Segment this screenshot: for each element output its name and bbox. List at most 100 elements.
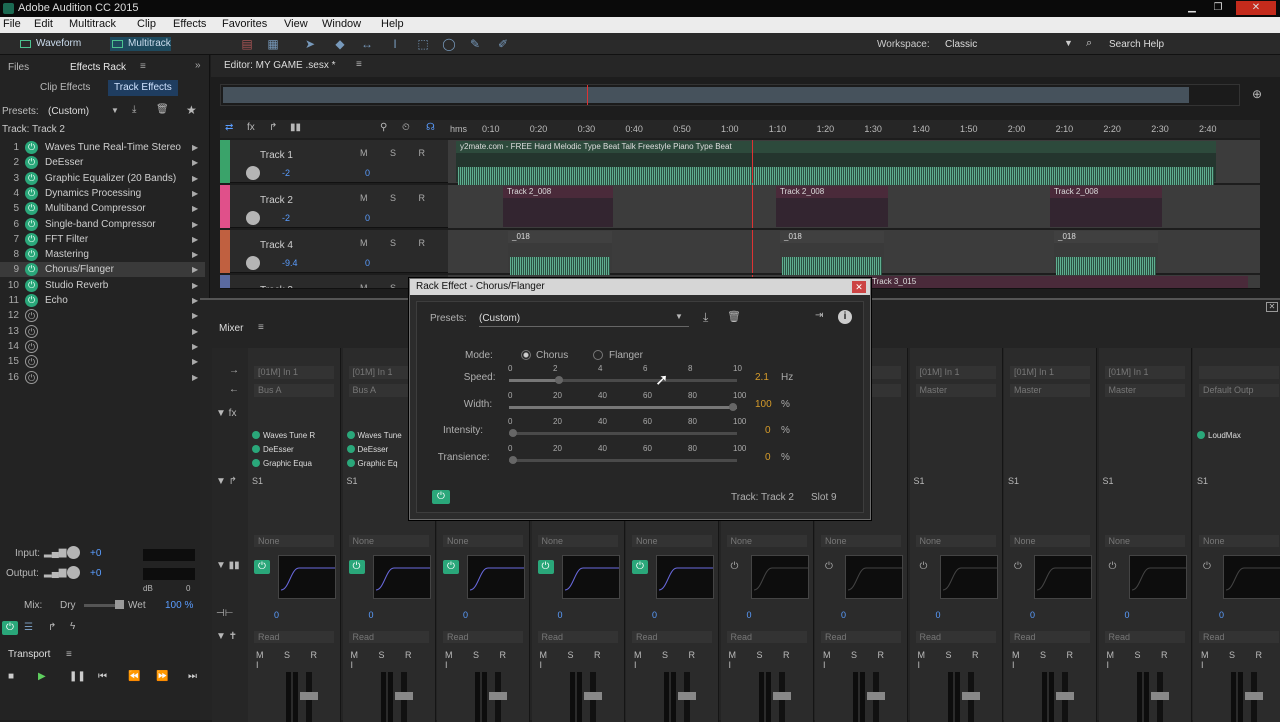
slot-arrow-icon[interactable]: ▶ — [192, 186, 198, 201]
automation-mode-select[interactable]: Read — [632, 631, 712, 643]
param-value[interactable]: 0 — [765, 425, 771, 436]
track-msri-buttons[interactable]: M S R I — [360, 238, 460, 248]
track-lane[interactable]: y2mate.com - FREE Hard Melodic Type Beat… — [448, 140, 1260, 189]
channel-eq-graph[interactable] — [561, 555, 620, 599]
track-pan-value[interactable]: 0 — [365, 213, 370, 223]
zoom-icon[interactable]: ⊕ — [1252, 87, 1262, 101]
channel-output-select[interactable]: Master — [915, 384, 996, 397]
dialog-presets-dropdown-icon[interactable]: ▼ — [675, 312, 683, 321]
track-name[interactable]: Track 4 — [260, 240, 293, 251]
track-name[interactable]: Track 1 — [260, 150, 293, 161]
fx-row-icon[interactable]: ▼ fx — [216, 408, 236, 419]
slot-arrow-icon[interactable]: ▶ — [192, 232, 198, 247]
rack-slot-name[interactable]: Dynamics Processing — [45, 186, 141, 201]
editor-title[interactable]: Editor: MY GAME .sesx * — [224, 60, 336, 71]
channel-pan-value[interactable]: 0 — [747, 610, 752, 620]
slip-tool-icon[interactable]: ↔ — [360, 37, 374, 51]
automation-row-icon[interactable]: ▼ ✝ — [216, 631, 237, 642]
rack-slot-name[interactable]: Single-band Compressor — [45, 217, 156, 232]
channel-fx-slot[interactable]: Waves Tune R — [252, 430, 336, 442]
slot-arrow-icon[interactable]: ▶ — [192, 140, 198, 155]
channel-output-select[interactable]: Master — [1104, 384, 1185, 397]
move-tool-icon[interactable]: ➤ — [303, 37, 317, 51]
channel-fader[interactable] — [961, 672, 980, 722]
fader-handle[interactable] — [961, 692, 980, 700]
rack-slot[interactable]: 12 ⏻ ▶ — [0, 308, 205, 323]
tab-clip-effects[interactable]: Clip Effects — [34, 80, 96, 96]
power-icon[interactable]: ⏻ — [25, 309, 38, 323]
send-destination-select[interactable]: None — [537, 535, 618, 547]
presets-dropdown-icon[interactable]: ▼ — [111, 106, 119, 115]
menu-help[interactable]: Help — [381, 18, 404, 30]
track-msri-buttons[interactable]: M S R I — [360, 148, 460, 158]
workspace-dropdown-icon[interactable]: ▼ — [1064, 38, 1073, 48]
inputs-outputs-icon[interactable]: ⇄ — [225, 122, 233, 133]
rack-slot-name[interactable]: FFT Filter — [45, 232, 88, 247]
send-destination-select[interactable]: None — [915, 535, 996, 547]
menu-edit[interactable]: Edit — [34, 18, 53, 30]
slot-arrow-icon[interactable]: ▶ — [192, 171, 198, 186]
param-slider[interactable] — [509, 376, 737, 384]
dialog-close-icon[interactable]: ✕ — [852, 281, 866, 293]
rack-slot[interactable]: 4 ⏻ Dynamics Processing ▶ — [0, 186, 205, 201]
send-destination-select[interactable]: None — [443, 535, 523, 547]
eq-power-icon[interactable]: ⏻ — [916, 560, 932, 574]
eq-power-icon[interactable]: ⏻ — [632, 560, 648, 574]
param-value[interactable]: 100 — [755, 399, 772, 410]
maximize-button[interactable]: ❐ — [1206, 1, 1230, 15]
transport-menu-icon[interactable]: ≡ — [66, 649, 72, 660]
channel-eq-graph[interactable] — [845, 555, 903, 599]
power-icon[interactable]: ⏻ — [25, 156, 38, 170]
channel-msri-buttons[interactable]: M S R I — [1201, 650, 1280, 670]
stop-icon[interactable]: ■ — [8, 671, 14, 682]
rack-slot-name[interactable]: Echo — [45, 293, 68, 308]
track-lane[interactable]: _018 _018 _018 — [448, 230, 1260, 279]
menu-multitrack[interactable]: Multitrack — [69, 18, 116, 30]
fx-power-icon[interactable] — [252, 459, 260, 467]
fx-power-icon[interactable] — [346, 445, 355, 453]
mixer-menu-icon[interactable]: ≡ — [258, 322, 264, 333]
rack-slot[interactable]: 10 ⏻ Studio Reverb ▶ — [0, 278, 205, 293]
menu-clip[interactable]: Clip — [137, 18, 156, 30]
eq-power-icon[interactable]: ⏻ — [1105, 560, 1121, 574]
track-row[interactable]: Track 2M S R I -2 0 Track 2_008 Track 2_008 T… — [220, 185, 1260, 228]
channel-fader[interactable] — [489, 672, 507, 722]
rewind-icon[interactable]: ⏪ — [128, 671, 140, 682]
power-icon[interactable]: ⏻ — [25, 294, 38, 307]
automation-mode-select[interactable]: Read — [254, 631, 334, 643]
go-to-end-icon[interactable]: ⏭ — [188, 671, 197, 682]
slot-arrow-icon[interactable]: ▶ — [192, 293, 198, 308]
slot-arrow-icon[interactable]: ▶ — [192, 278, 198, 293]
play-icon[interactable]: ▶ — [38, 671, 46, 682]
fx-power-icon[interactable] — [1197, 431, 1205, 439]
automation-mode-select[interactable]: Read — [1199, 631, 1279, 643]
audio-clip[interactable]: _018 — [1054, 231, 1158, 279]
mix-percent[interactable]: 100 % — [165, 600, 193, 611]
audio-clip[interactable]: Track 3_015 — [868, 276, 1248, 288]
param-slider-knob[interactable] — [509, 429, 517, 437]
channel-fader[interactable] — [867, 672, 885, 722]
power-icon[interactable]: ⏻ — [25, 370, 38, 384]
menu-favorites[interactable]: Favorites — [222, 18, 267, 30]
pitch-display-icon[interactable]: ▦ — [266, 37, 280, 51]
channel-msri-buttons[interactable]: M S R I — [634, 650, 718, 670]
param-slider-knob[interactable] — [729, 402, 737, 411]
metronome-icon[interactable]: ⏲ — [402, 122, 410, 133]
timeline-ruler[interactable]: hms 0:10 0:20 0:30 0:40 0:50 1:00 1:10 1:20 1:30… — [448, 120, 1260, 138]
eq-row-icon[interactable]: ▼ ▮▮ — [216, 560, 240, 571]
audio-clip[interactable]: Track 2_008 — [503, 186, 613, 227]
dialog-power-icon[interactable]: ⏻ — [432, 490, 450, 504]
search-icon[interactable]: ⌕ — [1086, 37, 1092, 50]
fader-handle[interactable] — [300, 692, 318, 700]
track-pan-value[interactable]: 0 — [365, 168, 370, 178]
eq-power-icon[interactable]: ⏻ — [821, 560, 837, 574]
automation-mode-select[interactable]: Read — [1010, 631, 1090, 643]
channel-fader[interactable] — [300, 672, 318, 722]
power-icon[interactable]: ⏻ — [25, 232, 38, 246]
rack-slot[interactable]: 9 ⏻ Chorus/Flanger ▶ — [0, 262, 205, 278]
eq-power-icon[interactable]: ⏻ — [443, 560, 459, 574]
channel-eq-graph[interactable] — [750, 555, 809, 599]
track-row[interactable]: Track 1 M S R I -2 0 y2mate.com - FREE Hard … — [220, 140, 1260, 189]
fx-icon[interactable]: fx — [247, 122, 255, 133]
channel-eq-graph[interactable] — [1223, 555, 1280, 599]
